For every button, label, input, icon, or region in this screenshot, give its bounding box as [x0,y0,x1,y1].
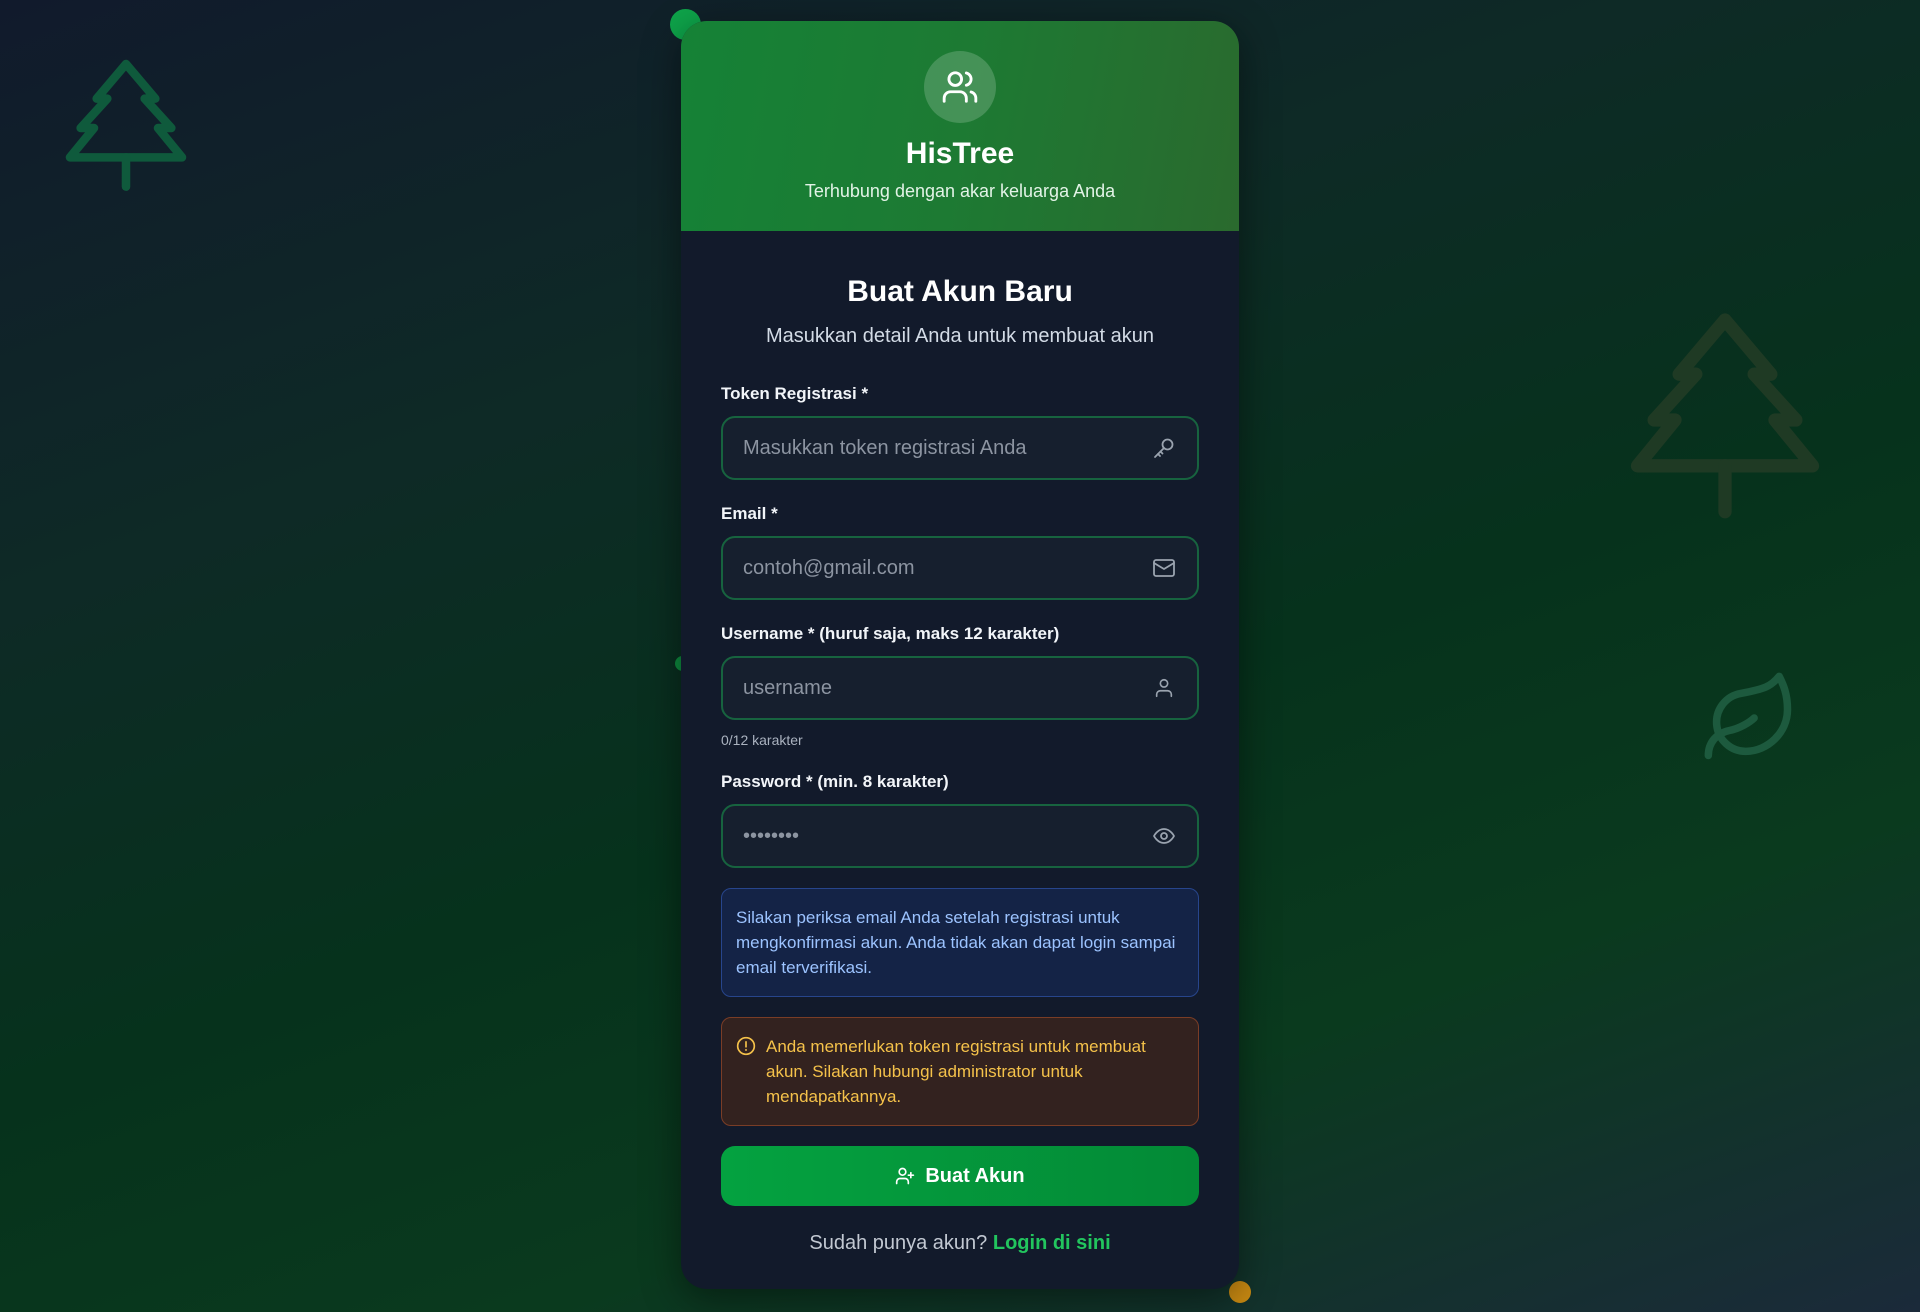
warning-text: Anda memerlukan token registrasi untuk m… [766,1037,1146,1106]
username-counter: 0/12 karakter [721,732,803,748]
password-field [721,804,1199,868]
password-input[interactable] [743,824,1151,848]
email-verification-info: Silakan periksa email Anda setelah regis… [721,888,1199,997]
decorative-dot [1229,1281,1251,1303]
logo [924,51,996,123]
username-input[interactable] [743,676,1151,700]
create-account-label: Buat Akun [925,1164,1025,1187]
key-icon [1151,435,1177,461]
user-plus-icon [896,1167,915,1185]
brand-name: HisTree [905,137,1015,170]
login-prompt-text: Sudah punya akun? [809,1232,988,1254]
brand-tagline: Terhubung dengan akar keluarga Anda [804,181,1116,201]
mail-icon [1151,555,1177,581]
login-prompt: Sudah punya akun? Login di sini [721,1232,1199,1255]
registration-card: HisTree Terhubung dengan akar keluarga A… [681,21,1239,1289]
card-header: HisTree Terhubung dengan akar keluarga A… [681,21,1239,231]
alert-circle-icon [736,1036,756,1109]
login-link[interactable]: Login di sini [993,1232,1111,1254]
token-warning: Anda memerlukan token registrasi untuk m… [721,1017,1199,1126]
token-label: Token Registrasi * [721,384,869,403]
password-label: Password * (min. 8 karakter) [721,772,949,791]
eye-icon[interactable] [1151,823,1177,849]
username-label: Username * (huruf saja, maks 12 karakter… [721,624,1060,643]
username-field [721,656,1199,720]
user-icon [1151,675,1177,701]
email-field [721,536,1199,600]
email-input[interactable] [743,556,1151,580]
form-body: Buat Akun Baru Masukkan detail Anda untu… [681,231,1239,1255]
users-icon [942,71,978,103]
leaf-decoration-icon [1704,672,1792,760]
tree-decoration-icon [65,59,187,191]
form-subtitle: Masukkan detail Anda untuk membuat akun [765,325,1155,347]
form-title: Buat Akun Baru [847,275,1073,308]
token-field [721,416,1199,480]
tree-decoration-icon [1630,313,1820,519]
token-input[interactable] [743,436,1151,460]
email-label: Email * [721,504,778,523]
create-account-button[interactable]: Buat Akun [721,1146,1199,1206]
